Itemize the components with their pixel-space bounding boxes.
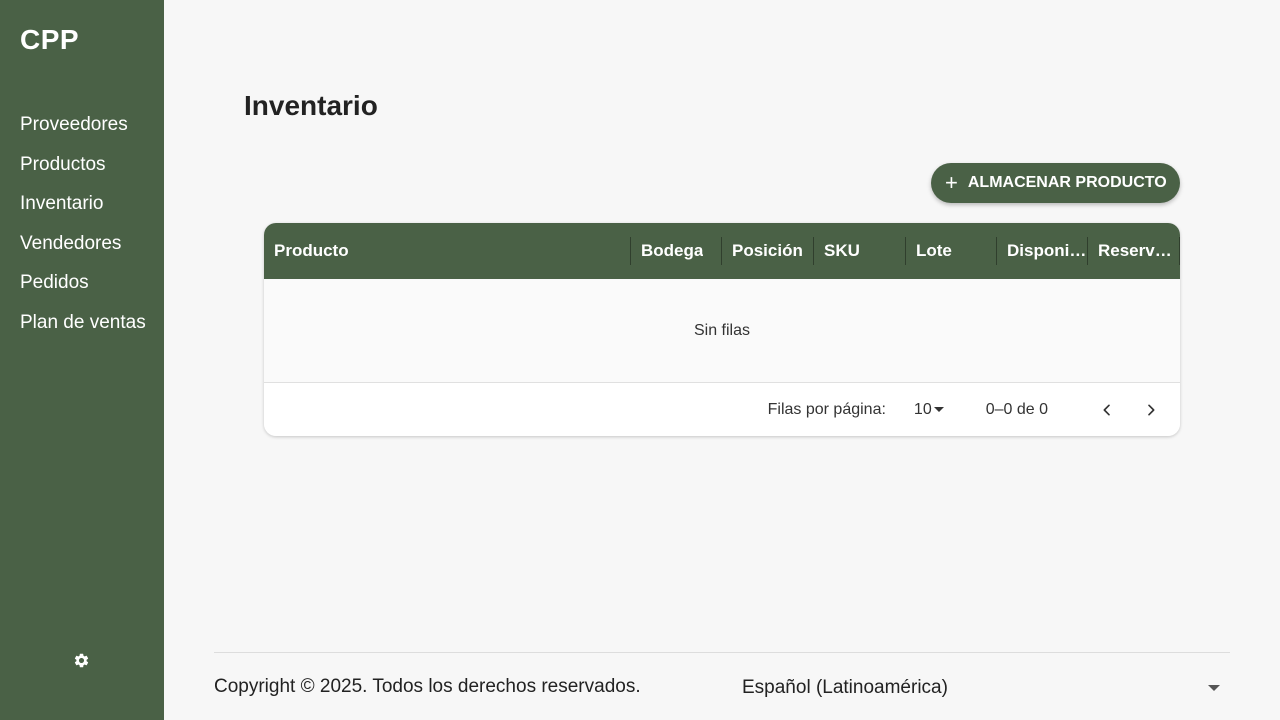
column-header-disponible[interactable]: Disponible: [997, 223, 1088, 279]
sidebar-item-pedidos[interactable]: Pedidos: [20, 270, 146, 310]
table-empty-state: Sin filas: [264, 279, 1180, 383]
column-label: Reservado: [1098, 241, 1180, 260]
table-header: Producto Bodega Posición SKU Lote Dispon…: [264, 223, 1180, 279]
language-select[interactable]: Español (Latinoamérica): [742, 676, 1228, 700]
chevron-left-icon: [1103, 404, 1110, 415]
previous-page-button[interactable]: [1092, 395, 1122, 425]
column-header-posicion[interactable]: Posición: [722, 223, 814, 279]
empty-message: Sin filas: [693, 321, 751, 339]
footer-divider: [214, 652, 1230, 653]
page-title: Inventario: [244, 90, 378, 121]
column-label: Posición: [732, 241, 803, 260]
column-label: Bodega: [641, 241, 704, 260]
column-label: Disponible: [1007, 241, 1088, 260]
column-header-bodega[interactable]: Bodega: [631, 223, 722, 279]
column-label: Producto: [274, 241, 349, 260]
column-header-reservado[interactable]: Reservado: [1088, 223, 1180, 279]
sidebar-nav: Proveedores Productos Inventario Vendedo…: [20, 112, 146, 349]
rows-per-page-value: 10: [913, 400, 932, 418]
sidebar-item-inventario[interactable]: Inventario: [20, 191, 146, 231]
sidebar-item-plan-de-ventas[interactable]: Plan de ventas: [20, 310, 146, 350]
column-header-lote[interactable]: Lote: [906, 223, 997, 279]
column-label: Lote: [916, 241, 952, 260]
plus-icon: +: [945, 170, 958, 195]
pagination-range: 0–0 de 0: [985, 400, 1048, 418]
rows-per-page-label: Filas por página:: [767, 400, 886, 418]
gear-icon[interactable]: [73, 652, 90, 669]
sidebar-item-productos[interactable]: Productos: [20, 152, 146, 192]
almacenar-producto-label: ALMACENAR PRODUCTO: [967, 174, 1167, 191]
column-header-producto[interactable]: Producto: [264, 223, 631, 279]
table-pagination: Filas por página: 10 0–0 de 0: [264, 383, 1180, 436]
caret-down-icon: [1208, 685, 1220, 691]
inventory-table: Producto Bodega Posición SKU Lote Dispon…: [264, 223, 1180, 436]
sidebar-item-vendedores[interactable]: Vendedores: [20, 231, 146, 271]
caret-down-icon: [933, 407, 944, 412]
chevron-right-icon: [1148, 404, 1155, 415]
next-page-button[interactable]: [1136, 395, 1166, 425]
almacenar-producto-button[interactable]: + ALMACENAR PRODUCTO: [931, 163, 1180, 203]
column-label: SKU: [824, 241, 860, 260]
sidebar-item-proveedores[interactable]: Proveedores: [20, 112, 146, 152]
language-value: Español (Latinoamérica): [742, 677, 948, 698]
sidebar: CPP Proveedores Productos Inventario Ven…: [0, 0, 164, 720]
brand-logo[interactable]: CPP: [20, 24, 79, 56]
copyright-text: Copyright © 2025. Todos los derechos res…: [214, 676, 641, 697]
column-header-sku[interactable]: SKU: [814, 223, 906, 279]
rows-per-page-select[interactable]: 10: [914, 401, 944, 419]
